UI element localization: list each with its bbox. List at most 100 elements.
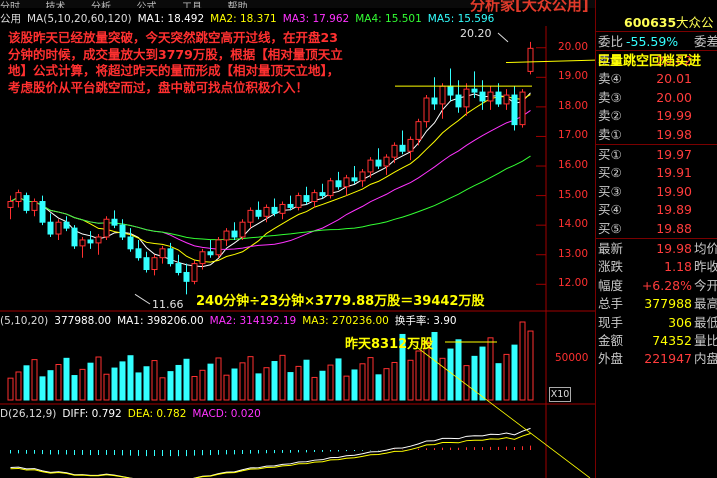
candle-body [495, 91, 502, 105]
volume-bar [375, 374, 382, 401]
ask-row-4[interactable]: 卖④ 20.01 [596, 70, 717, 87]
price-tick-label: 17.00 [557, 129, 588, 142]
volume-bar [167, 371, 174, 401]
stat-value: 74352 [652, 333, 692, 348]
volume-bar [495, 363, 502, 401]
volume-bar [527, 330, 534, 401]
x10-button[interactable]: X10 [549, 387, 571, 402]
volume-bar [519, 321, 526, 401]
candle-body [471, 88, 478, 93]
volume-bar [23, 365, 30, 401]
macd-value: MACD: 0.020 [192, 408, 261, 420]
volume-bar [319, 370, 326, 401]
volume-bar [95, 356, 102, 401]
bid-row-5[interactable]: 买⑤ 19.88 [596, 220, 717, 237]
ask-label: 卖① [598, 126, 622, 142]
ask-price: 20.00 [656, 89, 692, 105]
candle-body [527, 47, 534, 72]
candle-body [263, 206, 270, 217]
stat-trail-label: 昨收 [694, 259, 717, 275]
stat-label: 金额 [598, 333, 624, 348]
candle-body [407, 138, 414, 152]
candle-body [159, 248, 166, 259]
volume-bar [335, 358, 342, 401]
volume-bar [47, 370, 54, 401]
bid-label: 买① [598, 147, 622, 162]
candle-body [415, 121, 422, 140]
bid-row-4[interactable]: 买④ 19.89 [596, 201, 717, 218]
volume-bar [303, 359, 310, 401]
candle-body [167, 248, 174, 265]
candle-body [479, 91, 486, 102]
volume-bar [71, 375, 78, 401]
candle-body [23, 195, 30, 211]
bid-label: 买② [598, 165, 622, 181]
bid-price: 19.88 [656, 220, 692, 236]
bid-price: 19.90 [656, 183, 692, 199]
bid-row-3[interactable]: 买③ 19.90 [596, 183, 717, 200]
candle-body [519, 91, 526, 126]
volume-bar [119, 361, 126, 401]
stat-trail-label: 均价 [694, 241, 717, 256]
price-tick-label: 15.00 [557, 188, 588, 201]
volume-axis-label: 50000 [555, 352, 589, 364]
price-tick-label: 13.00 [557, 247, 588, 260]
ask-row-3[interactable]: 卖③ 20.00 [596, 89, 717, 106]
price-tick-label: 14.00 [557, 218, 588, 231]
stat-value: +6.28% [641, 277, 692, 293]
volume-bar [7, 377, 14, 401]
price-tick-label: 20.00 [557, 40, 588, 53]
volume-bar [287, 372, 294, 401]
candle-body [79, 239, 86, 247]
ma20-line [10, 110, 531, 250]
volume-bar [487, 337, 494, 401]
diff-line [10, 427, 531, 478]
high-pointer [497, 32, 509, 43]
candle-body [223, 230, 230, 241]
candle-body [487, 91, 494, 102]
candle-body [87, 239, 94, 244]
callout-pointer [505, 59, 595, 64]
vol-ma1: MA1: 398206.00 [117, 315, 204, 327]
volume-bar [367, 357, 374, 401]
bid-label: 买③ [598, 183, 622, 199]
stat-row: 涨跌 1.18 昨收 [596, 258, 717, 275]
volume-bar [143, 366, 150, 401]
candle-body [447, 85, 454, 96]
stat-row: 现手 306 最低 [596, 314, 717, 331]
volume-bar [447, 348, 454, 401]
volume-bar [215, 357, 222, 401]
volume-bar [55, 363, 62, 401]
candle-body [303, 195, 310, 203]
stat-row: 外盘 221947 内盘 [596, 350, 717, 367]
gap-buy-callout: 巨量跳空回档买进 [597, 54, 702, 69]
stat-label: 涨跌 [598, 259, 624, 275]
vol-ma2: MA2: 314192.19 [209, 315, 297, 327]
bid-row-2[interactable]: 买② 19.91 [596, 164, 717, 181]
volume-bar [111, 367, 118, 401]
volume-bar [151, 360, 158, 401]
macd-legend: D(26,12,9) DIFF: 0.792 DEA: 0.782 MACD: 0.0… [0, 408, 267, 421]
volume-bar [271, 361, 278, 401]
candle-body [71, 227, 78, 247]
candle-body [7, 201, 14, 208]
stat-value: 1.18 [664, 259, 692, 275]
ask-row-2[interactable]: 卖② 19.99 [596, 107, 717, 124]
volume-bar [223, 374, 230, 401]
ask-row-1[interactable]: 卖① 19.98 [596, 126, 717, 143]
volume-bar [15, 371, 22, 401]
candle-body [295, 195, 302, 208]
volume-bar [103, 373, 110, 401]
volume-bar [511, 344, 518, 401]
candle-body [55, 221, 62, 235]
volume-bar [383, 368, 390, 401]
volume-bar [255, 373, 262, 401]
bid-price: 19.91 [656, 165, 692, 181]
bid-row-1[interactable]: 买① 19.97 [596, 146, 717, 163]
candle-body [343, 177, 350, 188]
candle-body [503, 94, 510, 105]
stat-trail-label: 最高 [694, 296, 717, 312]
candle-body [175, 263, 182, 273]
candle-body [63, 221, 70, 229]
stat-label: 现手 [598, 314, 624, 330]
